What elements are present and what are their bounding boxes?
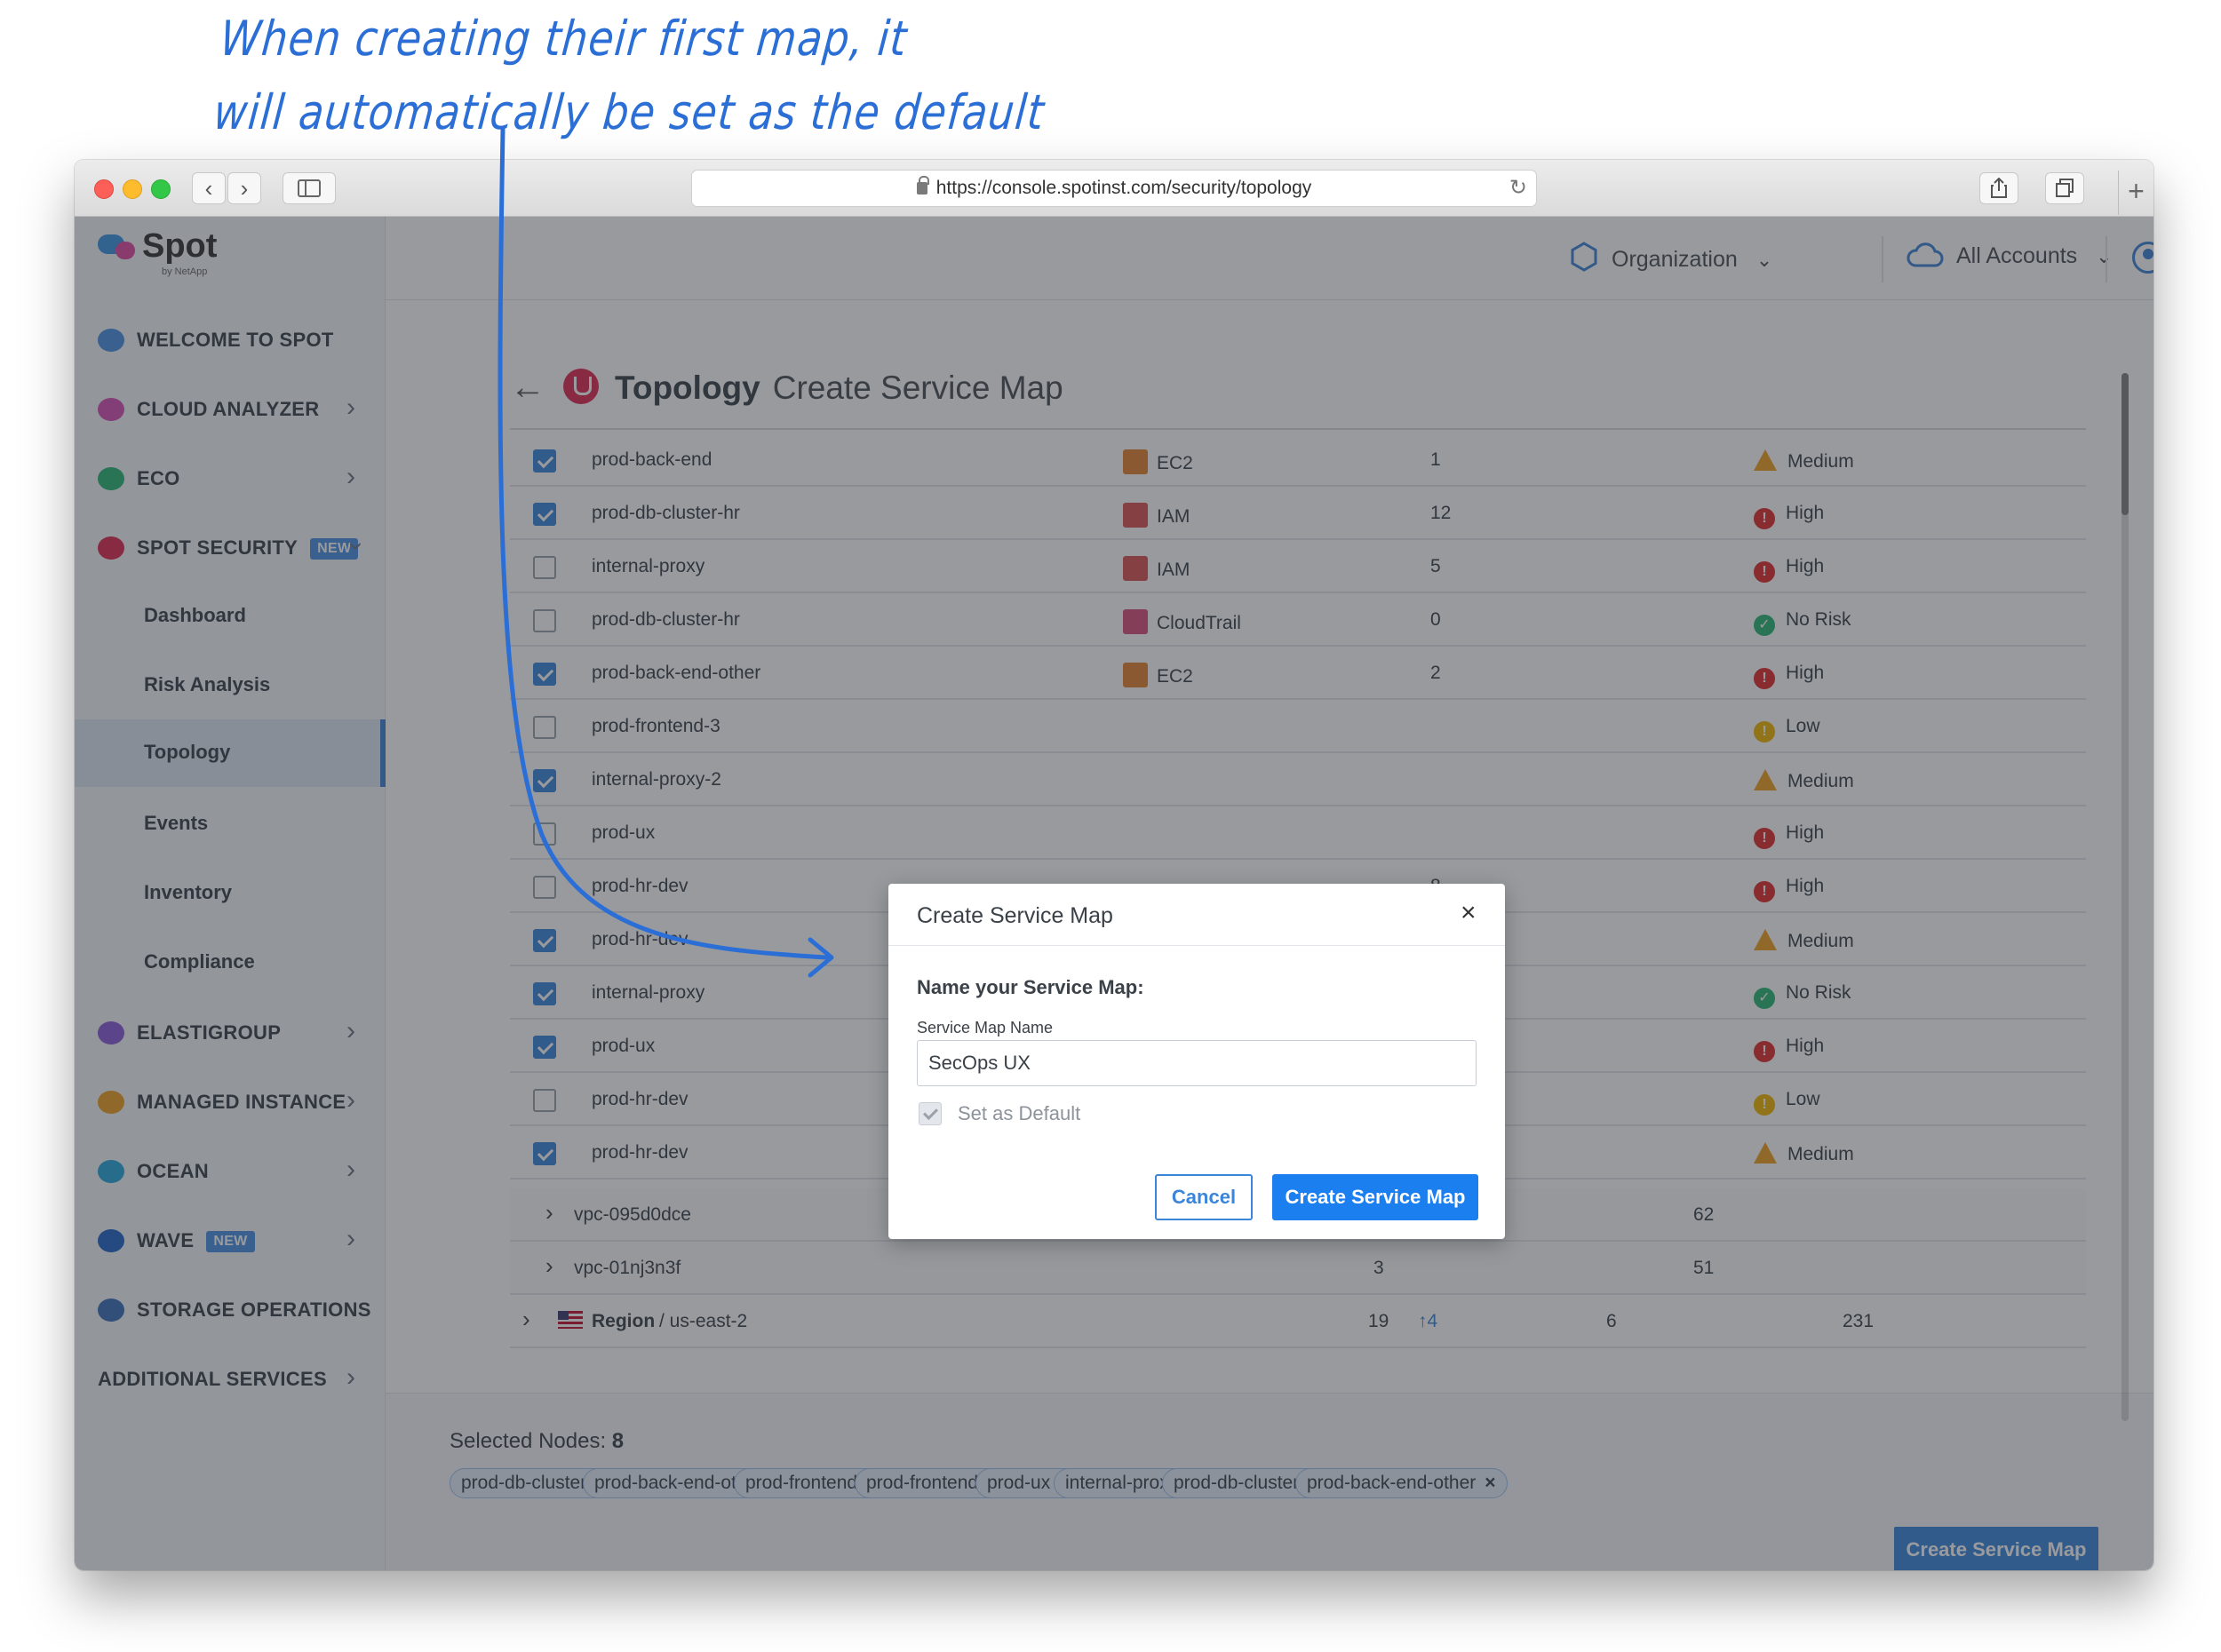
create-service-map-dialog: Create Service Map × Name your Service M… [888, 884, 1505, 1239]
annotation-line-1: When creating their first map, it [218, 10, 910, 68]
tabs-icon [2056, 179, 2074, 197]
service-map-name-input[interactable] [917, 1040, 1477, 1086]
set-as-default-label: Set as Default [958, 1102, 1081, 1124]
close-window-button[interactable] [94, 179, 114, 199]
url-text: https://console.spotinst.com/security/to… [935, 178, 1312, 198]
share-button[interactable] [1979, 172, 2018, 204]
share-icon [1991, 177, 2007, 198]
create-service-map-confirm-button[interactable]: Create Service Map [1272, 1174, 1478, 1220]
browser-titlebar: ‹ › https://console.spotinst.com/securit… [75, 160, 2153, 217]
zoom-window-button[interactable] [151, 179, 171, 199]
annotation-note: When creating their first map, it will a… [211, 2, 1095, 148]
cancel-button[interactable]: Cancel [1155, 1174, 1253, 1220]
minimize-window-button[interactable] [123, 179, 142, 199]
back-button[interactable]: ‹ [192, 172, 226, 204]
scrollbar[interactable] [2121, 373, 2129, 1421]
tabs-overview-button[interactable] [2045, 172, 2084, 204]
sidebar-toggle-icon [298, 179, 321, 197]
new-tab-button[interactable]: + [2118, 171, 2153, 215]
reload-icon[interactable]: ↻ [1509, 171, 1527, 206]
annotation-line-2: will automatically be set as the default [211, 83, 1047, 140]
dialog-subtitle: Name your Service Map: [917, 976, 1144, 998]
url-bar[interactable]: https://console.spotinst.com/security/to… [691, 170, 1537, 207]
set-as-default-checkbox[interactable] [919, 1102, 942, 1125]
dialog-header: Create Service Map × [888, 884, 1505, 946]
dialog-title: Create Service Map [917, 903, 1113, 928]
scrollbar-thumb[interactable] [2121, 373, 2129, 515]
browser-window: ‹ › https://console.spotinst.com/securit… [75, 160, 2153, 1570]
service-map-name-label: Service Map Name [917, 1019, 1054, 1036]
sidebar-toggle-button[interactable] [283, 172, 336, 204]
forward-button[interactable]: › [227, 172, 261, 204]
close-icon[interactable]: × [1461, 898, 1477, 928]
lock-icon [916, 176, 929, 195]
